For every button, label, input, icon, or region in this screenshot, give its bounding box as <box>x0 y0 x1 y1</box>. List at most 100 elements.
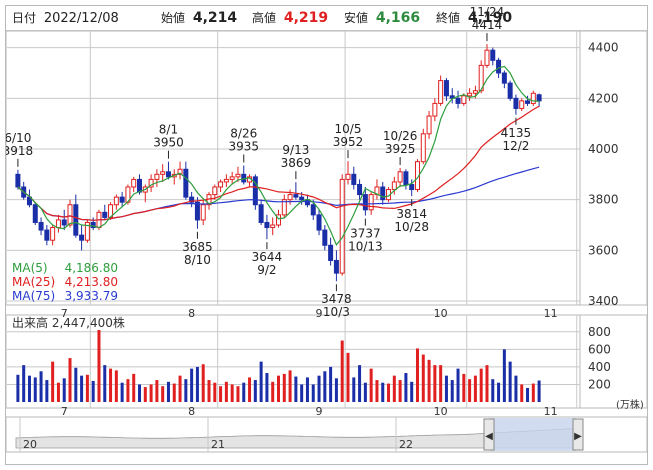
candle-body <box>507 82 513 99</box>
ma-legend-name: MA(5) <box>12 261 48 275</box>
volume-bar <box>39 371 43 402</box>
volume-bar <box>27 375 31 402</box>
candle-body <box>212 186 218 196</box>
ma-legend-value: 4,186.80 <box>65 261 118 275</box>
annotation-price: 3918 <box>6 144 33 158</box>
ma-legend-value: 3,933.79 <box>65 289 118 303</box>
volume-bar <box>155 380 159 402</box>
annotation-date: 8/10 <box>184 253 211 267</box>
volume-bar <box>502 349 506 402</box>
candle-body <box>472 90 478 94</box>
candle-body <box>380 186 386 201</box>
navigator-right-arrow-icon[interactable]: ▶ <box>574 431 582 442</box>
volume-bar <box>334 378 338 402</box>
volume-bar <box>74 367 78 402</box>
candle-body <box>73 204 79 236</box>
candle-body <box>316 214 322 231</box>
candle-body <box>513 97 519 109</box>
price-tick-label: 3800 <box>588 193 619 207</box>
volume-bar <box>340 340 344 402</box>
navigator-left-arrow-icon[interactable]: ◀ <box>485 431 493 442</box>
navigator-year-label: 20 <box>23 438 37 451</box>
annotation-price: 3935 <box>228 139 259 153</box>
month-label-volume: 7 <box>61 405 68 418</box>
volume-bar <box>514 375 518 402</box>
volume-bar <box>444 375 448 402</box>
candle-body <box>119 196 125 203</box>
volume-bar <box>508 361 512 402</box>
volume-bar <box>166 381 170 402</box>
volume-bar <box>305 377 309 402</box>
candle-body <box>32 204 38 223</box>
candle-body <box>536 94 542 102</box>
volume-bar <box>97 330 101 402</box>
volume-bar <box>358 365 362 402</box>
volume-bar <box>520 384 524 402</box>
candle-body <box>235 173 241 178</box>
candle-body <box>357 183 363 196</box>
volume-bar <box>421 354 425 402</box>
volume-bar <box>33 377 37 402</box>
candle-body <box>391 181 397 191</box>
candle-body <box>530 92 536 104</box>
candle-body <box>102 211 108 218</box>
candle-body <box>333 259 339 274</box>
candle-body <box>461 95 467 104</box>
volume-bar <box>22 365 26 402</box>
volume-bar <box>242 382 246 402</box>
volume-bar <box>531 383 535 402</box>
month-label: 8 <box>188 307 195 320</box>
volume-bar <box>450 380 454 402</box>
volume-bar <box>259 361 263 402</box>
price-tick-label: 4400 <box>588 41 619 55</box>
ma5-line <box>17 65 540 246</box>
volume-bar <box>317 375 321 402</box>
candle-body <box>420 133 426 163</box>
volume-bar <box>526 387 530 402</box>
candle-body <box>519 100 525 109</box>
annotation-date: 9/13 <box>282 143 309 157</box>
volume-bar <box>329 366 333 402</box>
volume-bar <box>311 384 315 402</box>
volume-bar <box>497 382 501 402</box>
volume-bar <box>294 376 298 402</box>
volume-bar <box>62 378 66 402</box>
volume-bar <box>415 348 419 402</box>
candle-body <box>339 178 345 274</box>
candle-body <box>50 227 56 241</box>
volume-bar <box>387 383 391 402</box>
candle-body <box>426 115 432 135</box>
price-tick-label: 3400 <box>588 294 619 308</box>
candle-body <box>61 219 67 226</box>
candle-body <box>484 49 490 66</box>
navigator-selection[interactable] <box>490 418 576 451</box>
volume-bar <box>265 373 269 402</box>
price-tick-label: 4200 <box>588 91 619 105</box>
volume-bar <box>375 380 379 402</box>
volume-bar <box>149 384 153 402</box>
volume-bar <box>207 380 211 402</box>
candle-body <box>15 173 21 188</box>
volume-bar <box>51 361 55 402</box>
volume-bar <box>288 370 292 402</box>
chart-frame: 日付 2022/12/08 始値 4,214 高値 4,219 安値 4,166… <box>5 5 648 465</box>
volume-tick-label: 800 <box>588 325 611 339</box>
candle-body <box>229 176 235 180</box>
candle-body <box>223 178 229 183</box>
candle-body <box>299 196 305 201</box>
candle-body <box>55 219 61 229</box>
volume-title: 出来高 2,447,400株 <box>12 315 125 330</box>
annotation-date: 9/2 <box>257 263 276 277</box>
candle-body <box>328 244 334 261</box>
candle-body <box>310 204 316 216</box>
volume-bar <box>45 380 49 402</box>
volume-bar <box>323 371 327 402</box>
annotation-price: 3644 <box>252 250 283 264</box>
candle-body <box>287 194 293 201</box>
candle-body <box>137 178 143 193</box>
volume-bar <box>468 379 472 402</box>
volume-bar <box>352 377 356 402</box>
annotation-date: 10/26 <box>383 129 418 143</box>
volume-bar <box>363 382 367 402</box>
volume-bar <box>346 352 350 402</box>
